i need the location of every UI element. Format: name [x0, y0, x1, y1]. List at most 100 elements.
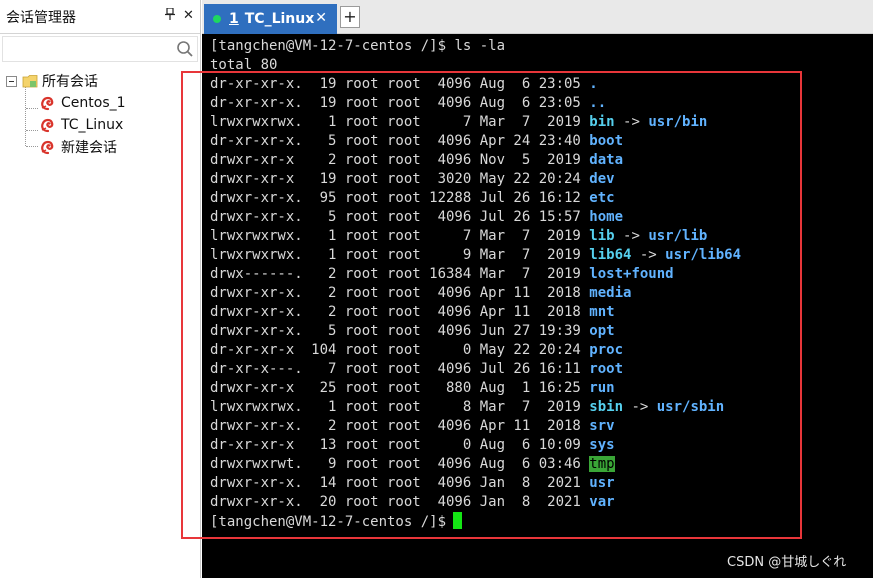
- listing-row: drwxr-xr-x. 20 root root 4096 Jan 8 2021…: [210, 493, 873, 512]
- listing-meta: dr-xr-xr-x. 19 root root 4096 Aug 6 23:0…: [210, 95, 590, 111]
- listing-meta: drwxr-xr-x 25 root root 880 Aug 1 16:25: [210, 380, 590, 396]
- link-target: usr/sbin: [656, 399, 725, 415]
- listing-name: ..: [589, 95, 607, 111]
- listing-meta: lrwxrwxrwx. 1 root root 7 Mar 7 2019: [210, 114, 590, 130]
- listing-row: lrwxrwxrwx. 1 root root 9 Mar 7 2019 lib…: [210, 246, 873, 265]
- listing-meta: drwxr-xr-x 2 root root 4096 Nov 5 2019: [210, 152, 590, 168]
- listing-meta: lrwxrwxrwx. 1 root root 7 Mar 7 2019: [210, 228, 590, 244]
- link-target: usr/lib: [648, 228, 708, 244]
- listing-row: drwxr-xr-x. 2 root root 4096 Apr 11 2018…: [210, 303, 873, 322]
- listing-row: dr-xr-xr-x. 19 root root 4096 Aug 6 23:0…: [210, 94, 873, 113]
- listing-row: drwx------. 2 root root 16384 Mar 7 2019…: [210, 265, 873, 284]
- listing-name: sys: [589, 437, 615, 453]
- listing-name: mnt: [589, 304, 615, 320]
- session-search-input[interactable]: [3, 37, 197, 61]
- listing-meta: drwxr-xr-x. 2 root root 4096 Apr 11 2018: [210, 418, 590, 434]
- link-target: usr/bin: [648, 114, 708, 130]
- listing-name: dev: [589, 171, 615, 187]
- listing-row: drwxr-xr-x. 14 root root 4096 Jan 8 2021…: [210, 474, 873, 493]
- total-line: total 80: [210, 57, 278, 73]
- session-swirl-icon: [41, 140, 54, 155]
- tab-label: TC_Linux: [244, 11, 315, 27]
- listing-meta: drwx------. 2 root root 16384 Mar 7 2019: [210, 266, 590, 282]
- listing-meta: dr-xr-xr-x 104 root root 0 May 22 20:24: [210, 342, 590, 358]
- listing-row: drwxr-xr-x. 5 root root 4096 Jun 27 19:3…: [210, 322, 873, 341]
- session-swirl-icon: [41, 118, 54, 133]
- tab-close-icon[interactable]: ✕: [315, 10, 327, 26]
- tab-strip: 1 TC_Linux ✕ +: [202, 0, 873, 34]
- listing-name: etc: [589, 190, 615, 206]
- link-arrow: ->: [623, 399, 657, 415]
- listing-row: dr-xr-xr-x 13 root root 0 Aug 6 10:09 sy…: [210, 436, 873, 455]
- session-item-label: 新建会话: [61, 140, 117, 156]
- tree-root-all-sessions[interactable]: 所有会话: [0, 70, 200, 92]
- command-text: ls -la: [446, 38, 506, 54]
- listing-row: drwxr-xr-x. 5 root root 4096 Jul 26 15:5…: [210, 208, 873, 227]
- listing-meta: drwxr-xr-x. 5 root root 4096 Jul 26 15:5…: [210, 209, 590, 225]
- session-item-tc-linux[interactable]: TC_Linux: [0, 114, 200, 136]
- session-item-centos-1[interactable]: Centos_1: [0, 92, 200, 114]
- listing-name: srv: [589, 418, 615, 434]
- listing-name: bin: [589, 114, 615, 130]
- final-prompt-line: [tangchen@VM-12-7-centos /]$: [210, 512, 873, 531]
- listing-name: boot: [589, 133, 624, 149]
- listing-name: tmp: [589, 456, 615, 472]
- listing-name: home: [589, 209, 624, 225]
- prompt: [tangchen@VM-12-7-centos /]$: [210, 38, 447, 54]
- listing-name: usr: [589, 475, 615, 491]
- listing-meta: drwxrwxrwt. 9 root root 4096 Aug 6 03:46: [210, 456, 590, 472]
- session-item-label: Centos_1: [61, 95, 126, 111]
- listing-name: .: [589, 76, 598, 92]
- watermark: CSDN @甘城しぐれ: [727, 555, 847, 570]
- listing-name: proc: [589, 342, 624, 358]
- tree-root-label: 所有会话: [42, 74, 98, 90]
- listing-entries: dr-xr-xr-x. 19 root root 4096 Aug 6 23:0…: [210, 75, 873, 512]
- listing-row: lrwxrwxrwx. 1 root root 7 Mar 7 2019 bin…: [210, 113, 873, 132]
- session-item-label: TC_Linux: [61, 117, 124, 133]
- session-search-box: [2, 36, 198, 62]
- listing-row: dr-xr-x---. 7 root root 4096 Jul 26 16:1…: [210, 360, 873, 379]
- session-manager-header: 会话管理器 ✕: [0, 0, 200, 34]
- pin-icon-svg: [165, 7, 175, 20]
- listing-row: drwxr-xr-x 25 root root 880 Aug 1 16:25 …: [210, 379, 873, 398]
- listing-meta: drwxr-xr-x 19 root root 3020 May 22 20:2…: [210, 171, 590, 187]
- link-target: usr/lib64: [665, 247, 742, 263]
- listing-meta: drwxr-xr-x. 2 root root 4096 Apr 11 2018: [210, 304, 590, 320]
- session-swirl-icon: [41, 96, 54, 111]
- listing-row: drwxr-xr-x 19 root root 3020 May 22 20:2…: [210, 170, 873, 189]
- connection-status-icon: [213, 15, 221, 23]
- listing-row: drwxr-xr-x. 2 root root 4096 Apr 11 2018…: [210, 417, 873, 436]
- session-manager-title: 会话管理器: [6, 9, 76, 26]
- folder-icon: [22, 75, 38, 88]
- command-line: [tangchen@VM-12-7-centos /]$ ls -la: [210, 37, 873, 56]
- listing-row: drwxrwxrwt. 9 root root 4096 Aug 6 03:46…: [210, 455, 873, 474]
- terminal-output[interactable]: [tangchen@VM-12-7-centos /]$ ls -la tota…: [202, 34, 873, 578]
- link-arrow: ->: [614, 228, 649, 244]
- listing-name: lib: [589, 228, 615, 244]
- collapse-icon[interactable]: [6, 75, 17, 87]
- listing-meta: dr-xr-xr-x. 5 root root 4096 Apr 24 23:4…: [210, 133, 590, 149]
- tab-number: 1: [229, 11, 239, 27]
- add-tab-button[interactable]: +: [340, 6, 360, 28]
- tab-tc-linux[interactable]: 1 TC_Linux ✕: [204, 4, 337, 34]
- session-tree: 所有会话 Centos_1 TC_Linux 新建会话: [0, 70, 200, 158]
- close-panel-icon[interactable]: ✕: [183, 8, 194, 23]
- listing-name: lost+found: [589, 266, 674, 282]
- listing-row: dr-xr-xr-x. 19 root root 4096 Aug 6 23:0…: [210, 75, 873, 94]
- listing-meta: lrwxrwxrwx. 1 root root 9 Mar 7 2019: [210, 247, 590, 263]
- listing-name: lib64: [589, 247, 632, 263]
- pin-icon[interactable]: [165, 7, 175, 23]
- listing-meta: drwxr-xr-x. 20 root root 4096 Jan 8 2021: [210, 494, 590, 510]
- listing-name: opt: [589, 323, 615, 339]
- terminal-panel: 1 TC_Linux ✕ + [tangchen@VM-12-7-centos …: [202, 0, 873, 578]
- listing-meta: drwxr-xr-x. 5 root root 4096 Jun 27 19:3…: [210, 323, 590, 339]
- session-item-new-session[interactable]: 新建会话: [0, 136, 200, 158]
- listing-row: drwxr-xr-x 2 root root 4096 Nov 5 2019 d…: [210, 151, 873, 170]
- link-arrow: ->: [631, 247, 666, 263]
- listing-row: dr-xr-xr-x. 5 root root 4096 Apr 24 23:4…: [210, 132, 873, 151]
- search-icon[interactable]: [176, 40, 194, 58]
- listing-name: data: [589, 152, 624, 168]
- link-arrow: ->: [614, 114, 649, 130]
- listing-name: media: [589, 285, 632, 301]
- listing-meta: lrwxrwxrwx. 1 root root 8 Mar 7 2019: [210, 399, 590, 415]
